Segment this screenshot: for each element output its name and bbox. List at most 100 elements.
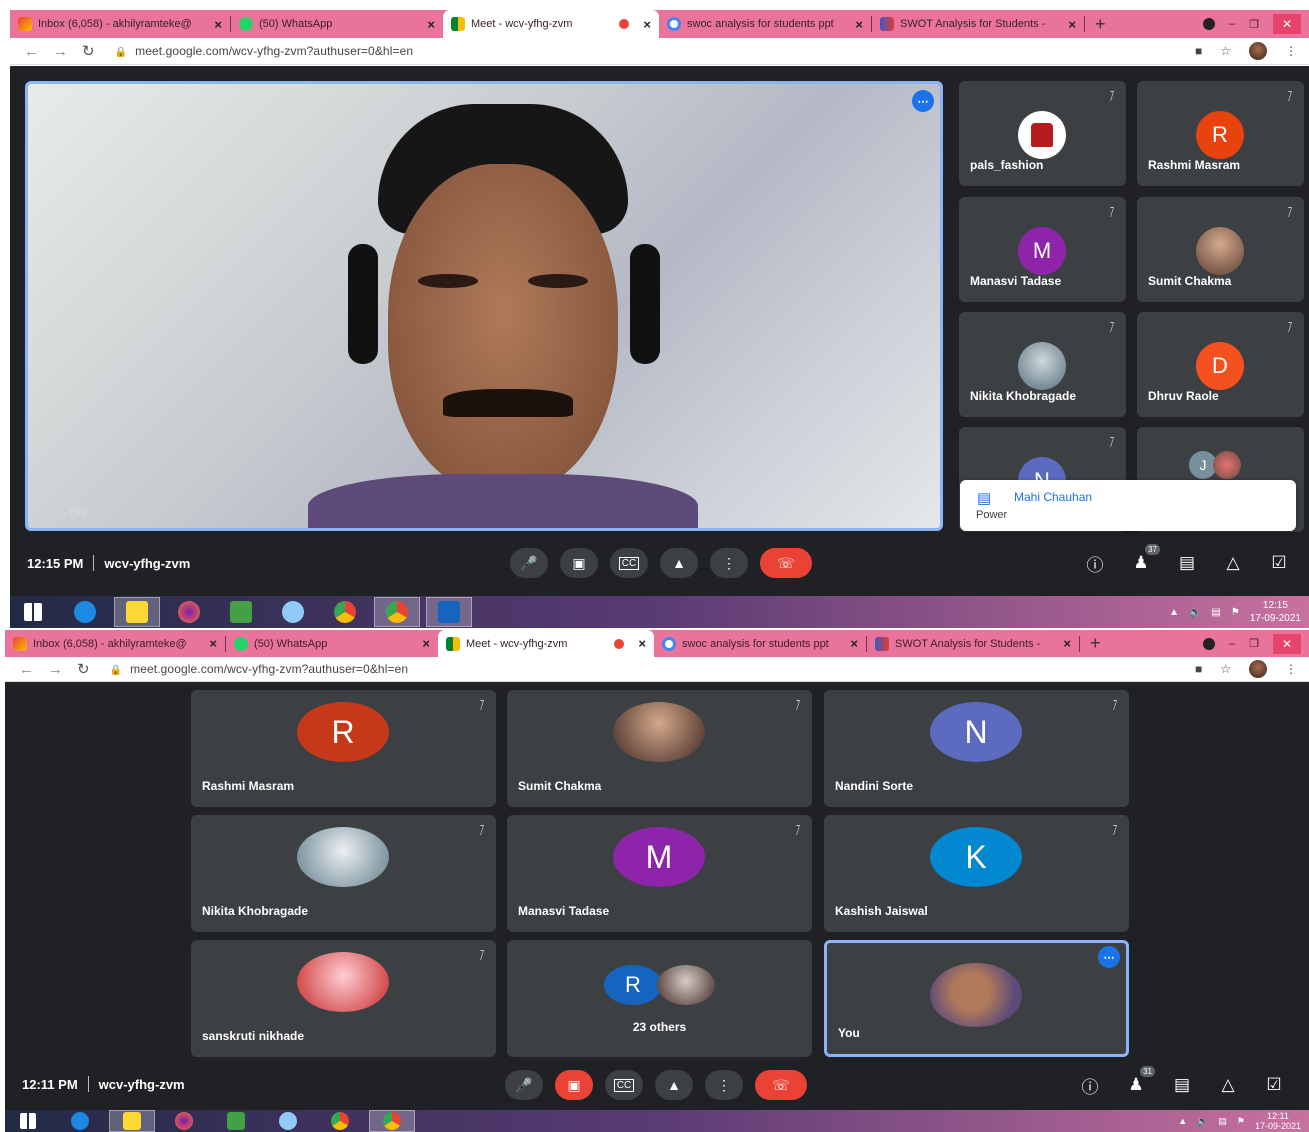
menu-dots-icon[interactable]: ⋮ (1285, 662, 1297, 676)
network-icon[interactable]: ▤ (1218, 1116, 1227, 1127)
participant-tile[interactable]: ⧶ D Dhruv Raole (1137, 312, 1304, 417)
leave-call-button[interactable]: ☏ (755, 1070, 807, 1100)
people-button[interactable]: ♟ 37 (1126, 544, 1160, 578)
chat-button[interactable]: ▤ (1167, 1070, 1197, 1100)
close-icon[interactable]: × (643, 17, 651, 32)
captions-button[interactable]: CC (610, 548, 648, 578)
host-controls-button[interactable]: ☑ (1259, 1070, 1289, 1100)
tab-gmail[interactable]: Inbox (6,058) - akhilyramteke@ × (5, 630, 225, 657)
forward-icon[interactable]: → (48, 661, 63, 678)
camera-off-button[interactable]: ▣ (555, 1070, 593, 1100)
more-options-button[interactable]: ⋮ (705, 1070, 743, 1100)
menu-dots-icon[interactable]: ⋮ (1285, 44, 1297, 58)
participant-tile[interactable]: ⧶ R Rashmi Masram (1137, 81, 1304, 186)
participant-tile[interactable]: ⧶ M Manasvi Tadase (507, 815, 812, 932)
flag-icon[interactable]: ⚑ (1237, 1116, 1245, 1127)
taskbar-chrome[interactable] (317, 1110, 363, 1132)
tab-meet[interactable]: Meet - wcv-yfhg-zvm × (443, 10, 659, 38)
start-button[interactable] (10, 597, 56, 627)
close-icon[interactable]: × (422, 636, 430, 651)
host-controls-button[interactable]: ☑ (1264, 548, 1294, 578)
more-options-icon[interactable]: ⋯ (912, 90, 934, 112)
profile-avatar[interactable] (1249, 42, 1267, 60)
tab-meet[interactable]: Meet - wcv-yfhg-zvm × (438, 630, 654, 657)
system-clock[interactable]: 12:15 17-09-2021 (1250, 599, 1301, 625)
star-icon[interactable]: ☆ (1220, 662, 1231, 676)
participant-tile[interactable]: ⧶ N Nandini Sorte (824, 690, 1129, 807)
close-icon[interactable]: × (209, 636, 217, 651)
present-button[interactable]: ▲ (660, 548, 698, 578)
taskbar-chrome[interactable] (322, 597, 368, 627)
captions-button[interactable]: CC (605, 1070, 643, 1100)
restore-icon[interactable]: ❐ (1249, 18, 1259, 31)
profile-dot-icon[interactable] (1203, 18, 1215, 30)
tab-gmail[interactable]: Inbox (6,058) - akhilyramteke@ × (10, 10, 230, 38)
system-clock[interactable]: 12:11 17-09-2021 (1255, 1111, 1301, 1131)
taskbar-firefox[interactable] (166, 597, 212, 627)
taskbar-store[interactable] (218, 597, 264, 627)
camera-icon[interactable]: ■ (1195, 662, 1202, 676)
self-video-tile[interactable]: You ⋯ (25, 81, 943, 531)
url-field[interactable]: 🔒 meet.google.com/wcv-yfhg-zvm?authuser=0… (115, 44, 414, 58)
close-icon[interactable]: × (638, 636, 646, 651)
leave-call-button[interactable]: ☏ (760, 548, 812, 578)
back-icon[interactable]: ← (24, 43, 39, 60)
flag-icon[interactable]: ⚑ (1231, 607, 1240, 618)
tab-swot[interactable]: SWOT Analysis for Students - × (867, 630, 1079, 657)
participant-tile[interactable]: ⧶ Sumit Chakma (1137, 197, 1304, 302)
participant-tile[interactable]: ⧶ R Rashmi Masram (191, 690, 496, 807)
tab-google-search[interactable]: swoc analysis for students ppt × (659, 10, 871, 38)
activities-button[interactable]: △ (1213, 1070, 1243, 1100)
close-icon[interactable]: × (1063, 636, 1071, 651)
participant-tile[interactable]: ⧶ K Kashish Jaiswal (824, 815, 1129, 932)
forward-icon[interactable]: → (53, 43, 68, 60)
mic-button[interactable]: 🎤 (510, 548, 548, 578)
restore-icon[interactable]: ❐ (1249, 637, 1259, 650)
more-options-button[interactable]: ⋮ (710, 548, 748, 578)
chat-notification-popup[interactable]: ▤ Mahi Chauhan Power (960, 480, 1296, 531)
tab-google-search[interactable]: swoc analysis for students ppt × (654, 630, 866, 657)
participant-tile[interactable]: ⧶ Sumit Chakma (507, 690, 812, 807)
volume-icon[interactable]: 🔈 (1197, 1116, 1208, 1127)
activities-button[interactable]: △ (1218, 548, 1248, 578)
tab-whatsapp[interactable]: (50) WhatsApp × (226, 630, 438, 657)
present-button[interactable]: ▲ (655, 1070, 693, 1100)
tab-swot[interactable]: SWOT Analysis for Students - × (872, 10, 1084, 38)
participant-tile[interactable]: ⧶ Nikita Khobragade (959, 312, 1126, 417)
mic-button[interactable]: 🎤 (505, 1070, 543, 1100)
profile-dot-icon[interactable] (1203, 637, 1215, 650)
start-button[interactable] (5, 1110, 51, 1132)
url-field[interactable]: 🔒 meet.google.com/wcv-yfhg-zvm?authuser=0… (110, 662, 409, 676)
taskbar-chrome-active[interactable] (374, 597, 420, 627)
taskbar-ie[interactable] (62, 597, 108, 627)
taskbar-3d[interactable] (270, 597, 316, 627)
camera-button[interactable]: ▣ (560, 548, 598, 578)
taskbar-store[interactable] (213, 1110, 259, 1132)
people-button[interactable]: ♟ 31 (1121, 1066, 1155, 1100)
close-window-icon[interactable]: ✕ (1273, 14, 1301, 34)
taskbar-explorer[interactable] (109, 1110, 155, 1132)
taskbar-ie[interactable] (57, 1110, 103, 1132)
more-options-icon[interactable]: ⋯ (1098, 946, 1120, 968)
chevron-up-icon[interactable]: ▲ (1169, 607, 1179, 618)
close-icon[interactable]: × (855, 17, 863, 32)
tab-whatsapp[interactable]: (50) WhatsApp × (231, 10, 443, 38)
meeting-details-button[interactable]: ⓘ (1080, 548, 1110, 578)
participant-tile[interactable]: ⧶ pals_fashion (959, 81, 1126, 186)
chat-button[interactable]: ▤ (1172, 548, 1202, 578)
participant-tile[interactable]: ⧶ Nikita Khobragade (191, 815, 496, 932)
back-icon[interactable]: ← (19, 661, 34, 678)
new-tab-button[interactable]: + (1085, 14, 1116, 35)
reload-icon[interactable]: ↻ (82, 42, 95, 60)
meeting-details-button[interactable]: ⓘ (1075, 1070, 1105, 1100)
close-icon[interactable]: × (850, 636, 858, 651)
new-tab-button[interactable]: + (1080, 633, 1111, 654)
participant-tile[interactable]: ⧶ M Manasvi Tadase (959, 197, 1126, 302)
participant-tile[interactable]: ⧶ sanskruti nikhade (191, 940, 496, 1057)
camera-icon[interactable]: ■ (1195, 44, 1202, 58)
chevron-up-icon[interactable]: ▲ (1178, 1116, 1187, 1126)
close-window-icon[interactable]: ✕ (1273, 633, 1301, 654)
profile-avatar[interactable] (1249, 660, 1267, 678)
others-tile[interactable]: R 23 others (507, 940, 812, 1057)
minimize-icon[interactable]: – (1229, 18, 1235, 30)
